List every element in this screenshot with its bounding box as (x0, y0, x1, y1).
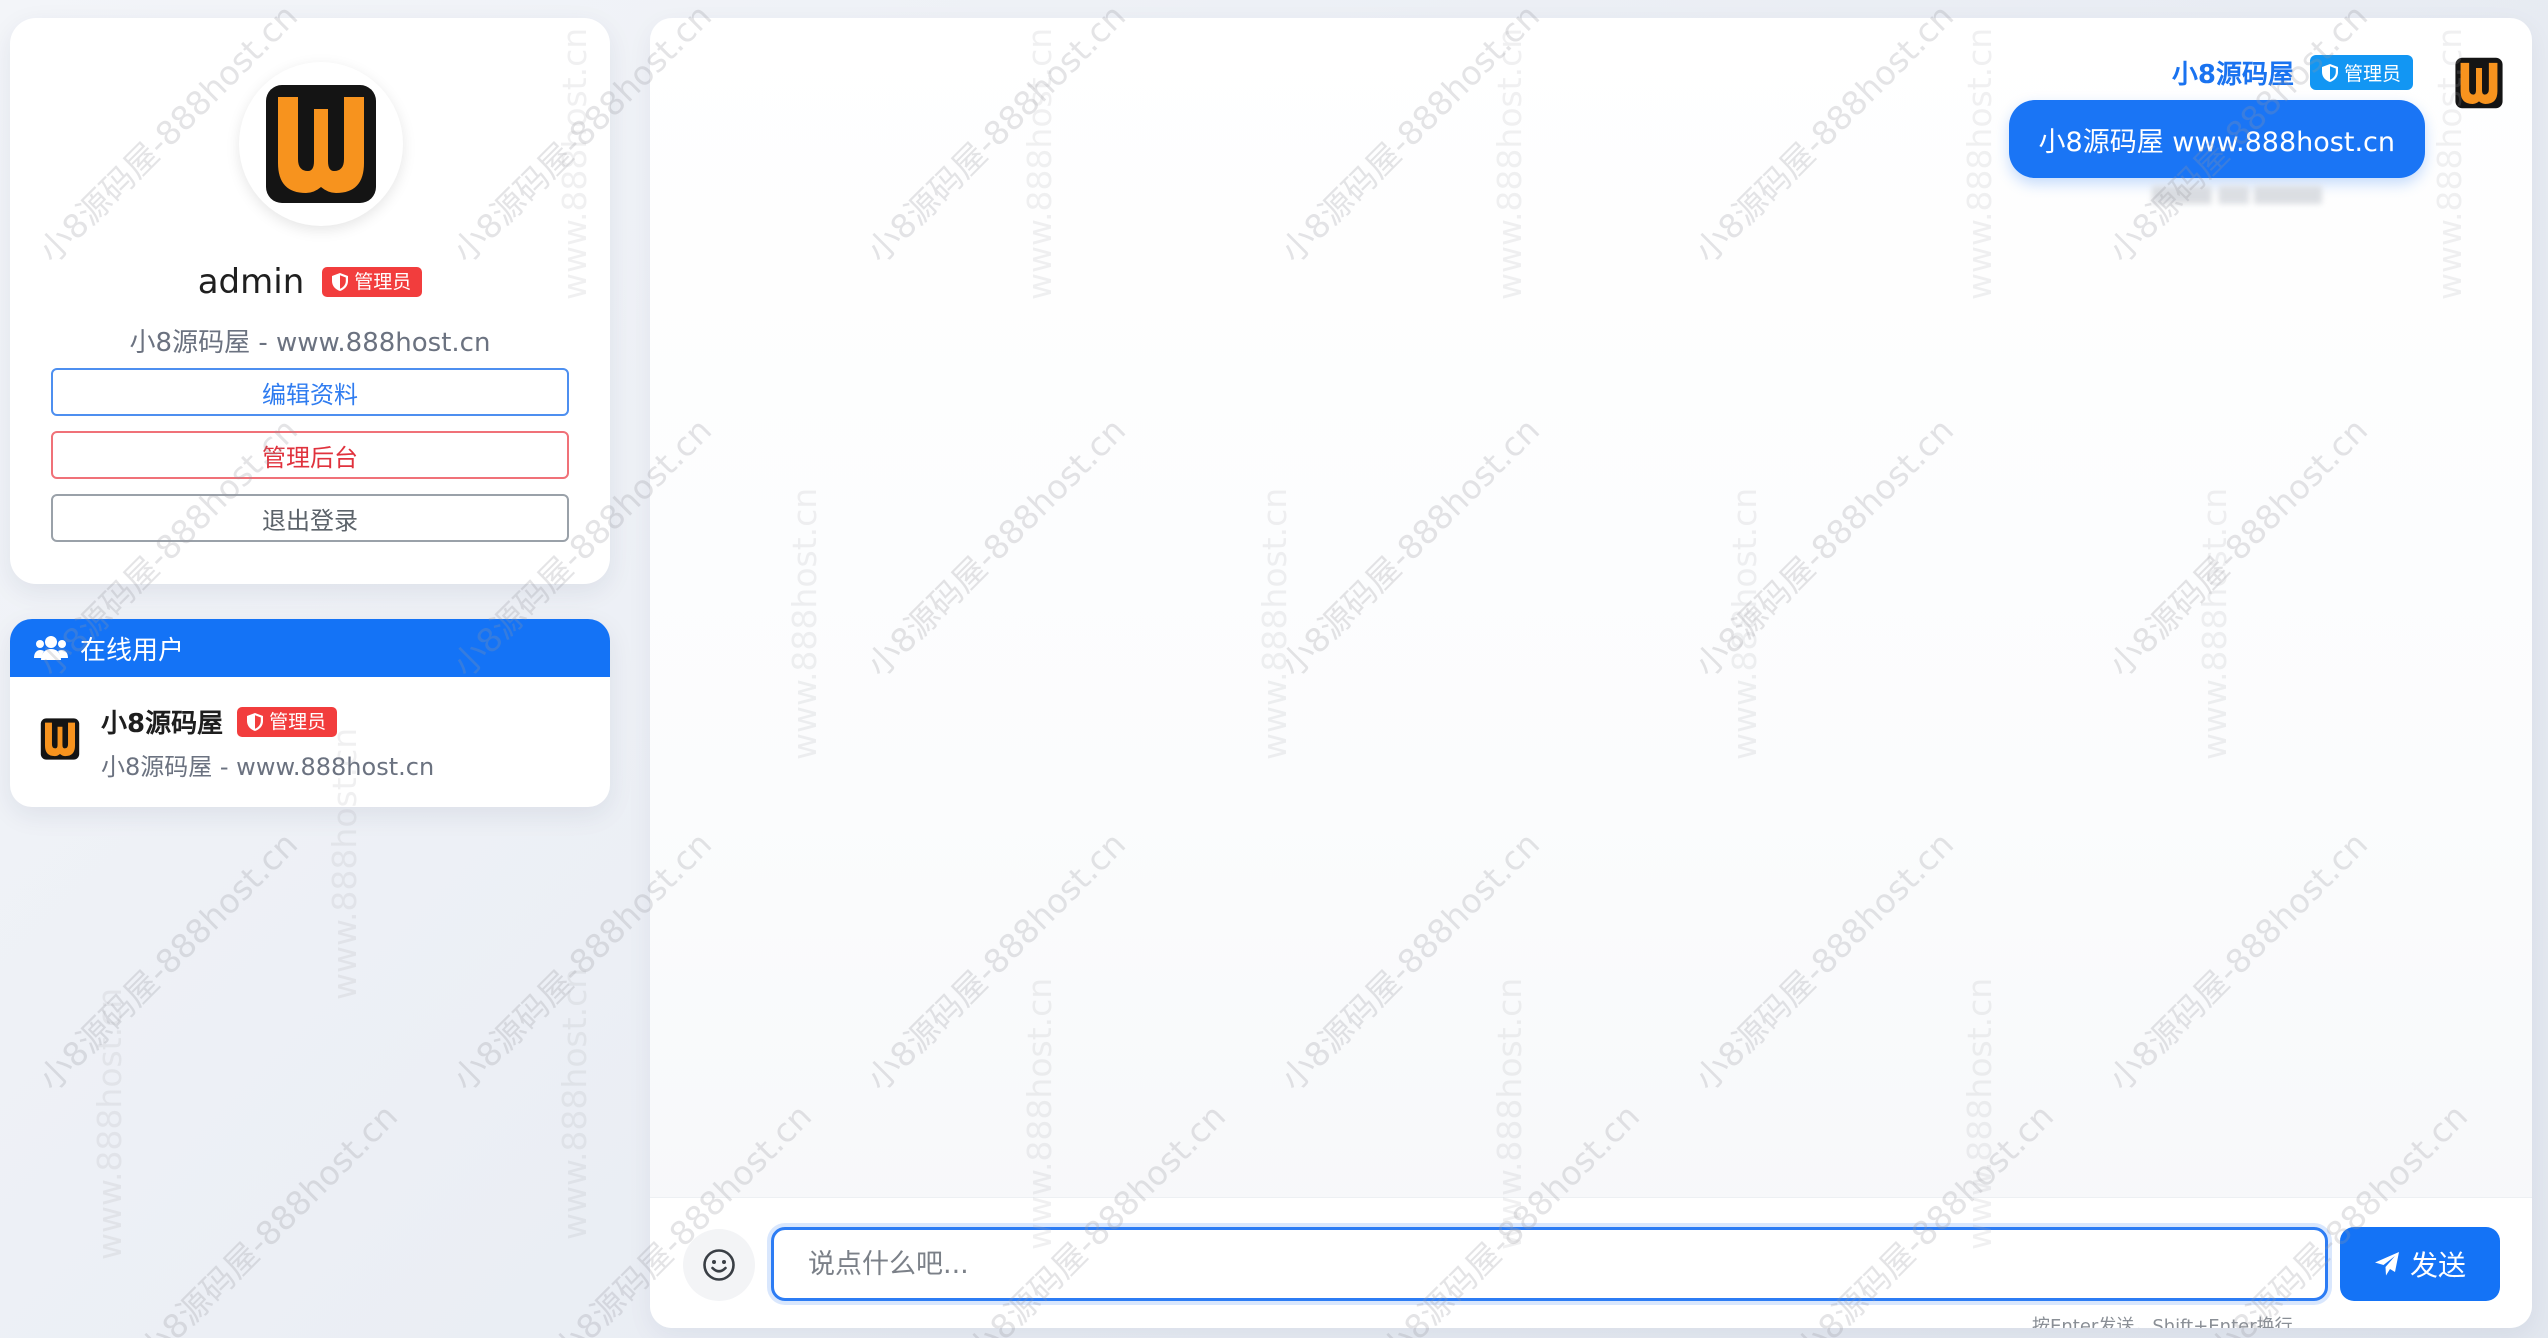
profile-name: admin (197, 262, 305, 302)
profile-name-row: admin 管理员 (10, 262, 610, 302)
message-header: 小8源码屋 管理员 (2172, 54, 2413, 91)
online-users-title: 在线用户 (80, 635, 185, 666)
online-user-subtitle: 小8源码屋 - www.888host.cn (101, 753, 435, 781)
online-user-name: 小8源码屋 (101, 709, 224, 739)
emoji-button[interactable] (683, 1229, 755, 1301)
chat-panel: 小8源码屋 管理员 小8源码屋 www.888host.cn 发送 按Enter… (650, 18, 2532, 1328)
online-user-item[interactable]: 小8源码屋 管理员 小8源码屋 - www.888host.cn (10, 703, 610, 783)
send-button-label: 发送 (2409, 1249, 2466, 1282)
input-bar: 发送 按Enter发送，Shift+Enter换行 (650, 1197, 2532, 1328)
send-button[interactable]: 发送 (2340, 1227, 2500, 1301)
message-input[interactable] (771, 1227, 2328, 1301)
shield-icon (332, 273, 349, 291)
message-sender: 小8源码屋 (2171, 60, 2294, 90)
logo-w-icon (266, 85, 376, 203)
shield-icon (247, 712, 264, 731)
online-user-name-row: 小8源码屋 管理员 (101, 703, 338, 740)
watermark-text-vertical: www.888host.cn (90, 987, 129, 1260)
watermark-text: 小8源码屋-888host.cn (30, 824, 306, 1099)
online-user-badge: 管理员 (237, 706, 338, 737)
online-users-header: 在线用户 (10, 619, 610, 677)
watermark-text-vertical: www.888host.cn (555, 967, 594, 1240)
online-user-badge-label: 管理员 (269, 710, 327, 733)
avatar (239, 62, 403, 226)
watermark-text: 小8源码屋-888host.cn (130, 1096, 406, 1338)
profile-subtitle: 小8源码屋 - www.888host.cn (129, 328, 491, 358)
message-bubble: 小8源码屋 www.888host.cn (2008, 100, 2425, 178)
user-avatar-icon (40, 718, 80, 760)
admin-panel-button[interactable]: 管理后台 (51, 431, 569, 479)
logout-button[interactable]: 退出登录 (51, 494, 569, 542)
send-hint: 按Enter发送，Shift+Enter换行 (2032, 1316, 2293, 1328)
message-badge-label: 管理员 (2343, 63, 2401, 85)
edit-profile-button[interactable]: 编辑资料 (51, 368, 569, 416)
online-users-card: 在线用户 小8源码屋 管理员 小8源码屋 - www.888host.cn (10, 619, 610, 807)
users-icon (34, 636, 68, 660)
shield-icon (2321, 63, 2338, 82)
message-timestamp-blurred (2152, 186, 2322, 204)
admin-badge-label: 管理员 (354, 271, 412, 293)
message-avatar-icon[interactable] (2452, 56, 2506, 110)
smile-icon (703, 1249, 735, 1281)
admin-badge: 管理员 (322, 267, 423, 297)
paper-plane-icon (2374, 1252, 2399, 1276)
profile-card: admin 管理员 小8源码屋 - www.888host.cn 编辑资料 管理… (10, 18, 610, 584)
message-admin-badge: 管理员 (2309, 55, 2413, 90)
